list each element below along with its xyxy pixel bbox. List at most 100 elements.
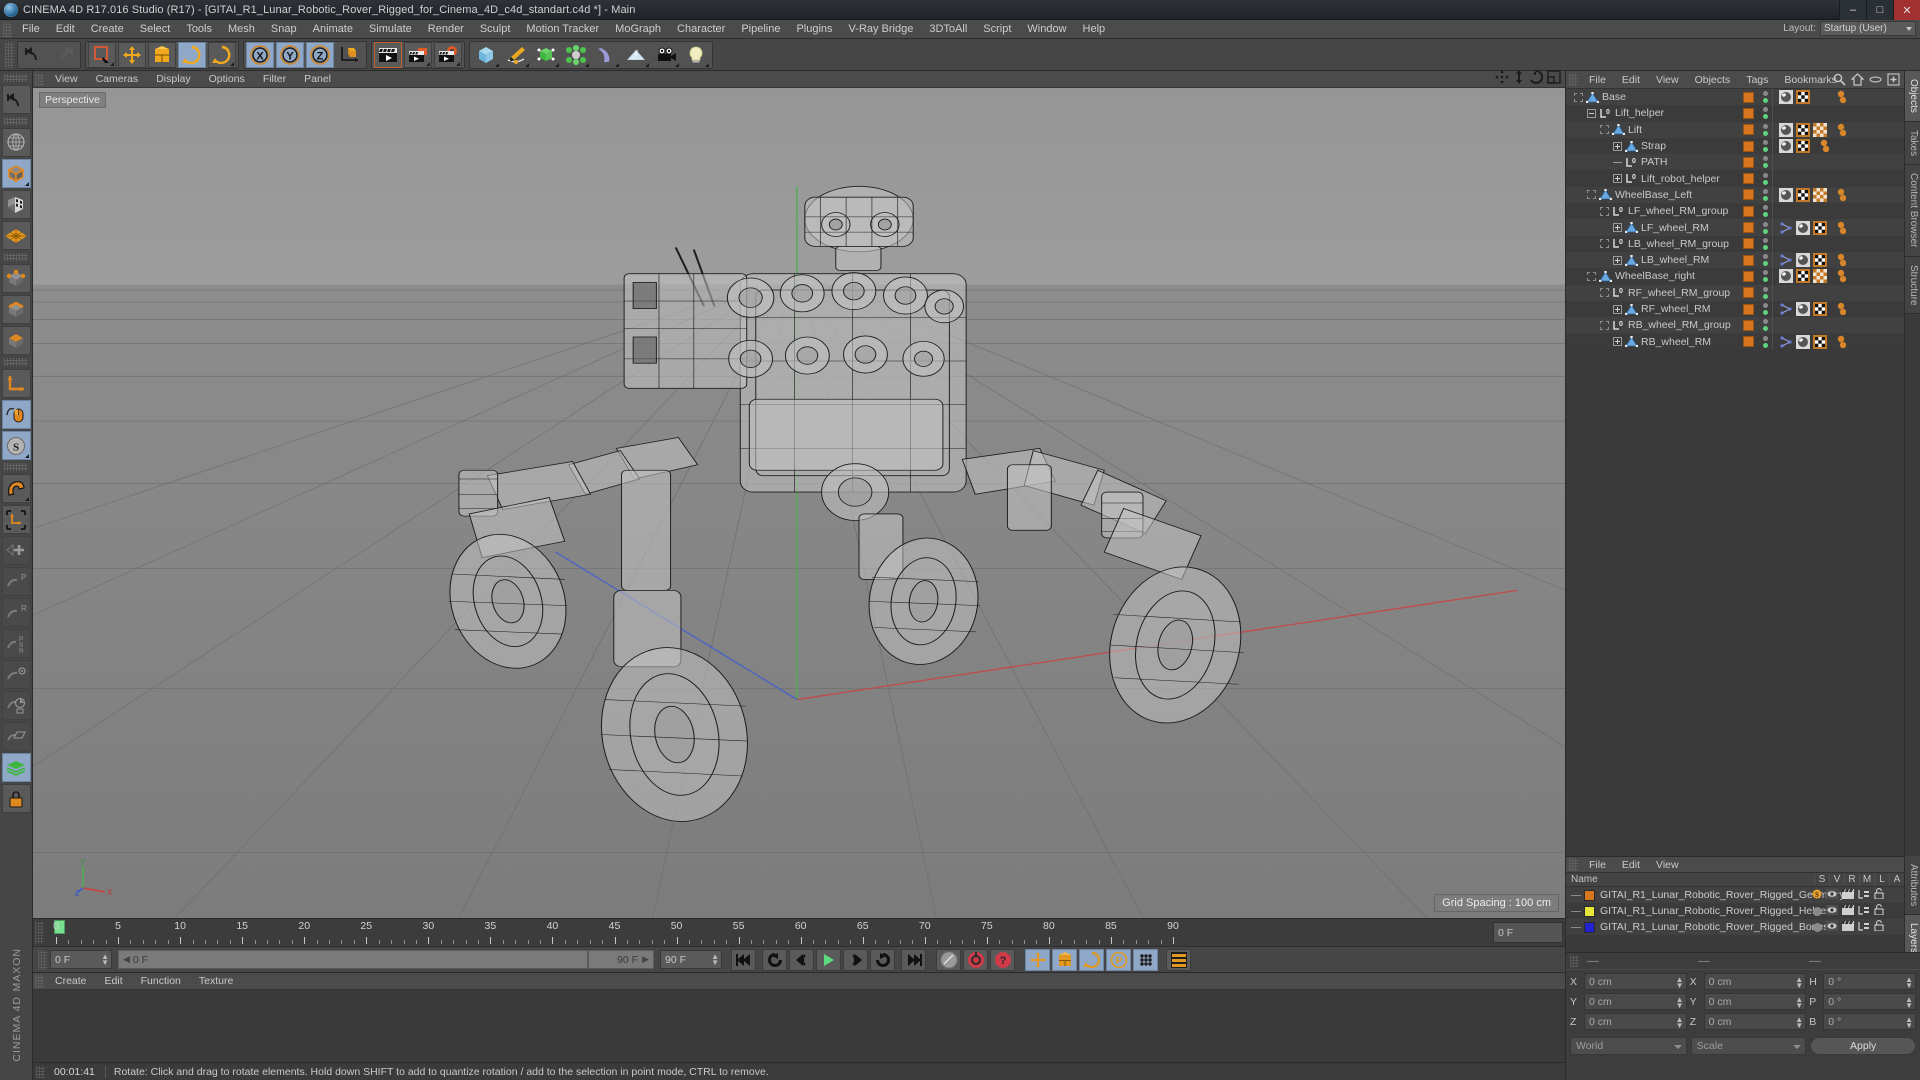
spline-pen-button[interactable] bbox=[502, 42, 530, 68]
layout-dropdown[interactable]: Startup (User) bbox=[1820, 21, 1916, 36]
position-lock-button[interactable]: P bbox=[1, 567, 31, 596]
key-points-button[interactable] bbox=[1133, 948, 1158, 971]
rotate-tool-button[interactable] bbox=[178, 41, 206, 68]
lock-y-axis-button[interactable]: Y bbox=[276, 41, 304, 68]
manager-icon[interactable] bbox=[1858, 889, 1870, 902]
go-to-start-button[interactable] bbox=[731, 948, 756, 971]
render-visibility-dot[interactable] bbox=[1762, 163, 1768, 169]
render-visibility-dot[interactable] bbox=[1762, 179, 1768, 185]
orangechecker-tag-icon[interactable] bbox=[1813, 269, 1827, 284]
move-tool-button[interactable] bbox=[118, 41, 146, 68]
object-row[interactable]: LB_wheel_RM bbox=[1566, 251, 1904, 269]
timeline-right-frame-field[interactable]: 0 F bbox=[1493, 922, 1563, 943]
menu-item-texture[interactable]: Texture bbox=[190, 973, 242, 990]
render-visibility-dot[interactable] bbox=[1762, 293, 1768, 299]
editor-visibility-dot[interactable] bbox=[1762, 286, 1768, 292]
spinner-icon[interactable]: ▲ ▼ bbox=[1795, 1016, 1803, 1030]
render-icon[interactable] bbox=[1842, 904, 1854, 918]
menu-item-objects[interactable]: Objects bbox=[1687, 74, 1739, 86]
lock-icon[interactable] bbox=[1874, 888, 1884, 902]
size-y-input[interactable]: 0 cm ▲ ▼ bbox=[1703, 993, 1807, 1010]
visibility-icon[interactable] bbox=[1826, 904, 1838, 918]
expand-toggle[interactable] bbox=[1613, 337, 1622, 347]
current-frame-field[interactable]: 0 F ▲ ▼ bbox=[50, 950, 112, 969]
menu-item-edit[interactable]: Edit bbox=[96, 973, 132, 990]
generator-nurbs-button[interactable] bbox=[532, 42, 560, 68]
menu-item-plugins[interactable]: Plugins bbox=[788, 20, 840, 39]
checker-tag-icon[interactable] bbox=[1813, 220, 1827, 235]
object-row[interactable]: WheelBase_right bbox=[1566, 268, 1904, 285]
orangechecker-tag-icon[interactable] bbox=[1813, 187, 1827, 202]
render-visibility-dot[interactable] bbox=[1762, 244, 1768, 250]
visibility-dots[interactable] bbox=[1758, 140, 1772, 153]
render-visibility-dot[interactable] bbox=[1762, 277, 1768, 283]
step-forward-button[interactable] bbox=[843, 948, 868, 971]
visibility-dots[interactable] bbox=[1758, 286, 1772, 299]
key-position-button[interactable] bbox=[1025, 948, 1050, 971]
layer-row[interactable]: GITAI_R1_Lunar_Robotic_Rover_Rigged_Bone… bbox=[1566, 919, 1904, 935]
coordinates-grip[interactable] bbox=[1570, 955, 1579, 967]
render-visibility-dot[interactable] bbox=[1762, 147, 1768, 153]
layer-manager-rows[interactable]: GITAI_R1_Lunar_Robotic_Rover_Rigged_Geom… bbox=[1566, 887, 1904, 952]
phong-tag-icon[interactable] bbox=[1796, 253, 1810, 268]
editor-visibility-dot[interactable] bbox=[1762, 319, 1768, 325]
object-row[interactable]: RB_wheel_RM bbox=[1566, 333, 1904, 350]
layer-color-swatch[interactable] bbox=[1738, 124, 1758, 136]
checker-tag-icon[interactable] bbox=[1813, 253, 1827, 268]
visibility-dots[interactable] bbox=[1758, 303, 1772, 315]
menu-item-options[interactable]: Options bbox=[200, 71, 254, 88]
editor-visibility-dot[interactable] bbox=[1762, 270, 1768, 276]
layer-color-swatch[interactable] bbox=[1584, 889, 1595, 901]
menu-item-edit[interactable]: Edit bbox=[48, 20, 83, 39]
world-object-coordinates-button[interactable] bbox=[336, 42, 364, 68]
solo-icon[interactable] bbox=[1813, 922, 1822, 932]
phong-tag-icon[interactable] bbox=[1796, 302, 1810, 316]
visibility-dots[interactable] bbox=[1758, 188, 1772, 201]
render-visibility-dot[interactable] bbox=[1762, 228, 1768, 234]
rotation-p-input[interactable]: 0 ° ▲ ▼ bbox=[1823, 993, 1916, 1010]
layer-row[interactable]: GITAI_R1_Lunar_Robotic_Rover_Rigged_Help… bbox=[1566, 903, 1904, 919]
render-visibility-dot[interactable] bbox=[1762, 261, 1768, 267]
menu-item-3dtoall[interactable]: 3DToAll bbox=[921, 20, 975, 39]
lock-icon[interactable] bbox=[1874, 920, 1884, 934]
selection-tag-icon[interactable] bbox=[1813, 90, 1827, 104]
phong-tag-icon[interactable] bbox=[1796, 220, 1810, 235]
xpresso-tag-icon[interactable] bbox=[1830, 188, 1847, 202]
polygon-mode-button[interactable] bbox=[1, 221, 31, 250]
object-row[interactable]: Strap bbox=[1566, 137, 1904, 155]
spinner-icon[interactable]: ▲ ▼ bbox=[1905, 976, 1913, 990]
left-toolbar-grip-4[interactable] bbox=[4, 358, 28, 366]
rotation-lock-button[interactable]: R bbox=[1, 598, 31, 627]
render-visibility-dot[interactable] bbox=[1762, 310, 1768, 315]
redo-button[interactable] bbox=[50, 42, 78, 68]
deformer-button[interactable] bbox=[562, 42, 590, 68]
left-toolbar-grip-5[interactable] bbox=[4, 463, 28, 471]
floor-environment-button[interactable] bbox=[622, 42, 650, 68]
points-mode-button[interactable] bbox=[1, 264, 31, 293]
render-settings-button[interactable] bbox=[434, 41, 462, 68]
visibility-icon[interactable] bbox=[1826, 888, 1838, 902]
phong-tag-icon[interactable] bbox=[1779, 139, 1793, 154]
xpresso-tag-icon[interactable] bbox=[1830, 123, 1847, 137]
timeline-grip-handle[interactable] bbox=[35, 921, 44, 944]
layer-column-l[interactable]: L bbox=[1874, 874, 1889, 885]
render-region-button[interactable] bbox=[404, 41, 432, 68]
timeline-view-button[interactable] bbox=[1166, 948, 1191, 971]
axis-mode-button[interactable] bbox=[1, 369, 31, 398]
visibility-dots[interactable] bbox=[1758, 254, 1772, 267]
spinner-icon[interactable]: ▲ ▼ bbox=[1905, 1016, 1913, 1030]
world-axis-button[interactable]: S bbox=[1, 431, 31, 460]
editor-visibility-dot[interactable] bbox=[1762, 123, 1768, 129]
menu-item-edit[interactable]: Edit bbox=[1614, 74, 1648, 86]
layer-color-swatch[interactable] bbox=[1738, 222, 1758, 234]
object-row[interactable]: 0 Lift_helper bbox=[1566, 105, 1904, 122]
key-parameter-button[interactable]: P bbox=[1106, 948, 1131, 971]
coordinate-space-dropdown[interactable]: World bbox=[1570, 1037, 1687, 1055]
menu-item-animate[interactable]: Animate bbox=[305, 20, 361, 39]
checker-tag-icon[interactable] bbox=[1796, 187, 1810, 202]
loop-button[interactable] bbox=[870, 948, 895, 971]
minimize-button[interactable]: – bbox=[1839, 0, 1866, 20]
layer-color-swatch[interactable] bbox=[1738, 238, 1758, 250]
menu-item-tools[interactable]: Tools bbox=[178, 20, 220, 39]
size-mode-dropdown[interactable]: Scale bbox=[1690, 1037, 1807, 1055]
